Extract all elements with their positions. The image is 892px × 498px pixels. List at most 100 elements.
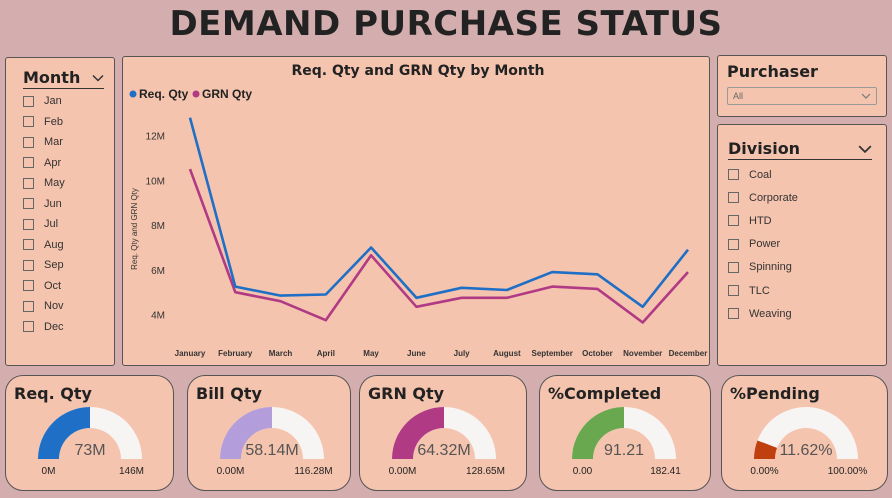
gauge-min-label: 0.00M bbox=[389, 466, 417, 477]
division-slicer: Division Coal Corporate HTD Power Spinning TL… bbox=[717, 124, 887, 366]
slicer-option[interactable]: HTD bbox=[728, 209, 872, 232]
x-tick-label: April bbox=[317, 349, 335, 358]
checkbox[interactable] bbox=[728, 308, 739, 320]
slicer-option[interactable]: Corporate bbox=[728, 186, 872, 209]
gauge-chart: 64.32M0.00M 128.65M bbox=[389, 407, 505, 477]
slicer-option[interactable]: Jul bbox=[23, 214, 104, 235]
slicer-option-label: Mar bbox=[44, 136, 63, 149]
slicer-option[interactable]: Sep bbox=[23, 255, 104, 276]
gauge-max-label: 100.00% bbox=[828, 466, 868, 477]
y-tick-label: 10M bbox=[146, 176, 165, 187]
chevron-down-icon bbox=[861, 93, 871, 99]
x-tick-label: January bbox=[175, 349, 206, 358]
series-line[interactable] bbox=[188, 168, 689, 324]
kpi-card: Req. Qty 73M 0M 146M bbox=[5, 375, 174, 491]
purchaser-dropdown[interactable]: All bbox=[727, 87, 877, 105]
y-axis-ticks: 4M 6M 8M 10M 12M bbox=[146, 132, 165, 322]
y-tick-label: 4M bbox=[151, 311, 165, 322]
checkbox[interactable] bbox=[728, 215, 739, 227]
x-tick-label: August bbox=[493, 349, 521, 358]
slicer-option[interactable]: May bbox=[23, 173, 104, 194]
checkbox[interactable] bbox=[23, 218, 34, 230]
checkbox[interactable] bbox=[23, 239, 34, 251]
x-tick-label: May bbox=[363, 349, 379, 358]
slicer-option-label: Nov bbox=[44, 300, 64, 313]
checkbox[interactable] bbox=[728, 261, 739, 273]
x-tick-label: July bbox=[454, 349, 471, 358]
month-list: Jan Feb Mar Apr May Jun Jul Aug Sep Oct Nov Dec bbox=[23, 91, 104, 337]
slicer-option[interactable]: Mar bbox=[23, 132, 104, 153]
x-tick-label: December bbox=[669, 349, 708, 358]
slicer-option[interactable]: Coal bbox=[728, 163, 872, 186]
slicer-option-label: HTD bbox=[749, 214, 772, 227]
x-tick-label: March bbox=[269, 349, 293, 358]
gauge-max-label: 146M bbox=[119, 466, 144, 477]
checkbox[interactable] bbox=[23, 280, 34, 292]
gauge-min-label: 0.00% bbox=[750, 466, 778, 477]
slicer-option[interactable]: Spinning bbox=[728, 256, 872, 279]
slicer-option[interactable]: Jan bbox=[23, 91, 104, 112]
gauge-value: 11.62% bbox=[779, 442, 832, 459]
slicer-option-label: Oct bbox=[44, 279, 62, 292]
chart-legend: Req. Qty GRN Qty bbox=[129, 87, 252, 101]
y-tick-label: 6M bbox=[151, 266, 165, 277]
chevron-down-icon[interactable] bbox=[92, 72, 104, 84]
slicer-option[interactable]: Dec bbox=[23, 317, 104, 338]
gauge-max-label: 128.65M bbox=[466, 466, 505, 477]
line-chart-panel: Req. Qty and GRN Qty by Month Req. Qty GR… bbox=[122, 56, 710, 366]
series-line[interactable] bbox=[188, 117, 690, 309]
division-slicer-header[interactable]: Division bbox=[728, 139, 872, 160]
slicer-option-label: Dec bbox=[44, 320, 64, 333]
slicer-option-label: Jun bbox=[44, 197, 62, 210]
slicer-option[interactable]: Feb bbox=[23, 112, 104, 133]
chevron-down-icon[interactable] bbox=[858, 142, 872, 156]
kpi-card: Bill Qty 58.14M 0.00M 116.28M bbox=[187, 375, 351, 491]
checkbox[interactable] bbox=[23, 116, 34, 128]
slicer-option[interactable]: Jun bbox=[23, 194, 104, 215]
y-axis-label: Req. Qty and GRN Qty bbox=[130, 188, 139, 270]
legend-marker bbox=[129, 90, 137, 98]
slicer-option-label: Corporate bbox=[749, 191, 798, 204]
checkbox[interactable] bbox=[23, 95, 34, 107]
page-title: DEMAND PURCHASE STATUS bbox=[169, 4, 723, 44]
purchaser-selected-value: All bbox=[733, 91, 744, 101]
checkbox[interactable] bbox=[23, 177, 34, 189]
legend-marker bbox=[192, 90, 200, 98]
checkbox[interactable] bbox=[728, 238, 739, 250]
kpi-card: %Completed 91.21 0.00 182.41 bbox=[539, 375, 711, 491]
checkbox[interactable] bbox=[23, 259, 34, 271]
checkbox[interactable] bbox=[23, 321, 34, 333]
gauge-chart: 91.21 0.00 182.41 bbox=[572, 407, 681, 477]
gauge-max-label: 182.41 bbox=[650, 466, 681, 477]
slicer-option-label: Jan bbox=[44, 95, 62, 108]
month-slicer: Month Jan Feb Mar Apr May Jun Jul Aug Sep Oct Nov D… bbox=[5, 57, 115, 366]
slicer-option[interactable]: Aug bbox=[23, 235, 104, 256]
month-slicer-header[interactable]: Month bbox=[23, 68, 104, 89]
slicer-option[interactable]: Oct bbox=[23, 276, 104, 297]
checkbox[interactable] bbox=[728, 169, 739, 181]
slicer-option-label: May bbox=[44, 177, 65, 190]
gauge-value: 64.32M bbox=[417, 442, 470, 459]
gauge-min-label: 0.00M bbox=[217, 466, 245, 477]
purchaser-slicer: Purchaser All bbox=[717, 55, 887, 117]
slicer-option[interactable]: Nov bbox=[23, 296, 104, 317]
y-tick-label: 12M bbox=[146, 132, 165, 143]
slicer-option-label: Weaving bbox=[749, 307, 792, 320]
x-tick-label: September bbox=[532, 349, 573, 358]
checkbox[interactable] bbox=[23, 300, 34, 312]
checkbox[interactable] bbox=[728, 192, 739, 204]
checkbox[interactable] bbox=[728, 285, 739, 297]
checkbox[interactable] bbox=[23, 157, 34, 169]
gauge-chart: 11.62%0.00% 100.00% bbox=[750, 407, 868, 477]
slicer-option[interactable]: TLC bbox=[728, 279, 872, 302]
x-tick-label: October bbox=[582, 349, 613, 358]
gauge-max-label: 116.28M bbox=[294, 466, 332, 477]
slicer-option[interactable]: Apr bbox=[23, 153, 104, 174]
slicer-option-label: Spinning bbox=[749, 261, 792, 274]
checkbox[interactable] bbox=[23, 198, 34, 210]
checkbox[interactable] bbox=[23, 136, 34, 148]
purchaser-slicer-title: Purchaser bbox=[727, 62, 818, 81]
slicer-option[interactable]: Weaving bbox=[728, 302, 872, 325]
x-tick-label: June bbox=[407, 349, 426, 358]
slicer-option[interactable]: Power bbox=[728, 233, 872, 256]
